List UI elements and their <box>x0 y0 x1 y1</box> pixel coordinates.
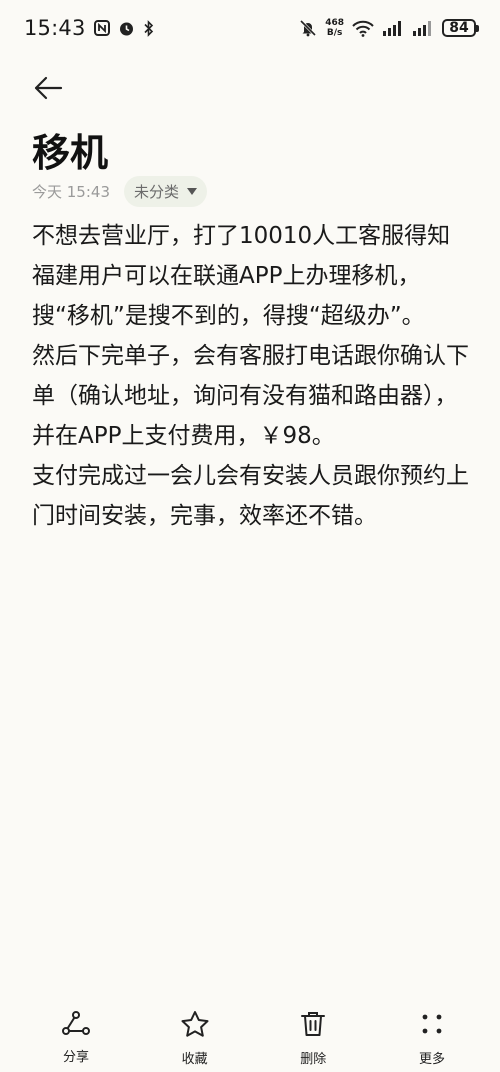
arrow-left-icon <box>33 76 63 104</box>
note-title[interactable]: 移机 <box>32 122 108 177</box>
back-button[interactable] <box>28 70 68 110</box>
net-speed: 468 B/s <box>325 18 344 38</box>
more-dots-icon <box>418 1010 446 1042</box>
status-time: 15:43 <box>24 16 86 40</box>
delete-label: 删除 <box>300 1052 327 1067</box>
star-icon <box>180 1010 210 1042</box>
favorite-label: 收藏 <box>181 1052 208 1067</box>
status-left: 15:43 <box>24 16 155 40</box>
note-body[interactable]: 不想去营业厅，打了10010人工客服得知福建用户可以在联通APP上办理移机，搜“… <box>32 216 472 536</box>
mute-icon <box>299 19 317 37</box>
net-speed-unit: B/s <box>326 28 343 38</box>
share-button[interactable]: 分享 <box>36 1010 116 1072</box>
category-selector[interactable]: 未分类 <box>124 176 208 207</box>
nfc-icon <box>93 20 110 36</box>
more-button[interactable]: 更多 <box>392 1010 472 1072</box>
share-label: 分享 <box>62 1050 89 1065</box>
note-paragraph: 不想去营业厅，打了10010人工客服得知福建用户可以在联通APP上办理移机，搜“… <box>32 223 451 329</box>
delete-button[interactable]: 删除 <box>273 1010 353 1072</box>
net-speed-value: 468 <box>325 18 344 28</box>
wifi-icon <box>352 20 374 37</box>
bluetooth-icon <box>143 19 155 37</box>
favorite-button[interactable]: 收藏 <box>155 1010 235 1072</box>
battery-indicator: 84 <box>442 19 479 37</box>
status-bar: 15:43 468 B/s 84 <box>0 0 500 56</box>
trash-icon <box>299 1010 327 1042</box>
category-label: 未分类 <box>134 183 180 201</box>
alarm-icon <box>118 20 135 37</box>
status-right: 468 B/s 84 <box>299 18 479 38</box>
caret-down-icon <box>187 188 198 195</box>
note-meta: 今天 15:43 未分类 <box>32 176 208 207</box>
signal-icon-2 <box>412 20 434 36</box>
bottom-toolbar: 分享 收藏 删除 更多 <box>0 1010 500 1072</box>
note-date: 今天 15:43 <box>32 183 110 201</box>
signal-icon <box>382 20 404 36</box>
note-paragraph: 支付完成过一会儿会有安装人员跟你预约上门时间安装，完事，效率还不错。 <box>32 463 469 529</box>
note-paragraph: 然后下完单子，会有客服打电话跟你确认下单（确认地址，询问有没有猫和路由器），并在… <box>32 343 469 449</box>
more-label: 更多 <box>418 1052 445 1067</box>
share-icon <box>61 1010 91 1040</box>
